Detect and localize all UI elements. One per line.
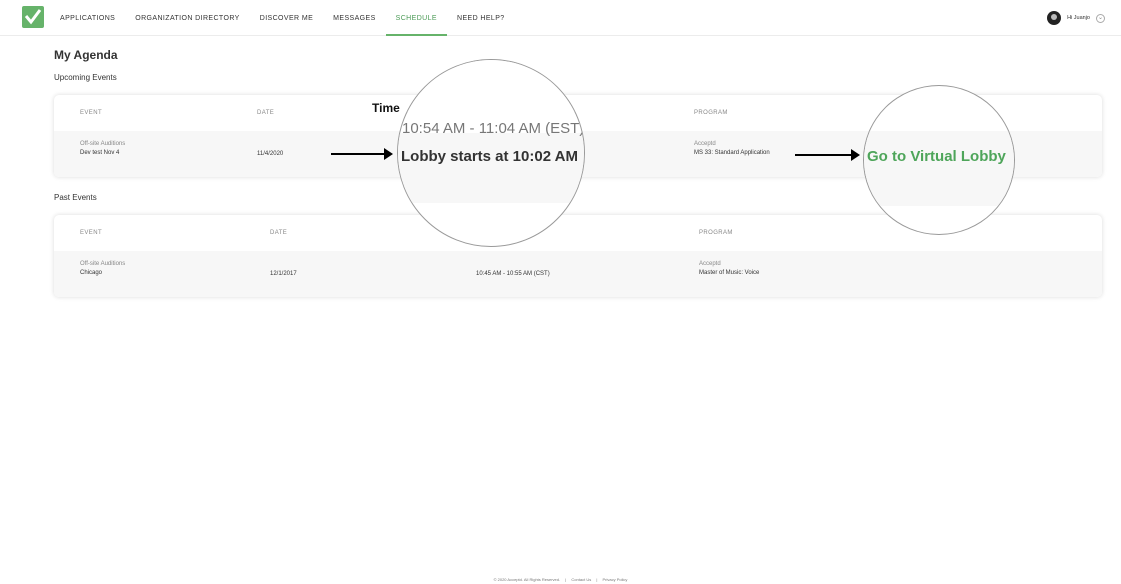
program-name: Master of Music: Voice — [699, 270, 760, 276]
event-cell: Off-site Auditions Chicago — [80, 261, 125, 276]
nav-applications[interactable]: APPLICATIONS — [50, 0, 125, 36]
event-name: Chicago — [80, 270, 103, 276]
event-date: 12/1/2017 — [270, 271, 297, 277]
event-name: Dev test Nov 4 — [80, 150, 120, 156]
top-nav-bar: APPLICATIONS ORGANIZATION DIRECTORY DISC… — [0, 0, 1121, 36]
magnified-event-time: 10:54 AM - 11:04 AM (EST) — [402, 120, 585, 137]
program-org: Acceptd — [694, 141, 716, 147]
magnifier-time: 10:54 AM - 11:04 AM (EST) Lobby starts a… — [397, 59, 585, 247]
footer-copyright: © 2020 Acceptd. All Rights Reserved. — [493, 577, 561, 582]
arrow-right-icon — [795, 149, 860, 161]
main-nav: APPLICATIONS ORGANIZATION DIRECTORY DISC… — [50, 0, 515, 36]
footer-separator: | — [565, 577, 567, 582]
nav-messages[interactable]: MESSAGES — [323, 0, 386, 36]
user-greeting: Hi Juanjo — [1067, 15, 1090, 21]
program-name: MS 33: Standard Application — [694, 150, 770, 156]
program-org: Acceptd — [699, 261, 721, 267]
upcoming-events-title: Upcoming Events — [54, 73, 117, 82]
event-time: 10:45 AM - 10:55 AM (CST) — [476, 271, 550, 277]
event-type: Off-site Auditions — [80, 261, 126, 267]
column-event: EVENT — [80, 110, 103, 116]
magnifier-lobby: Go to Virtual Lobby — [863, 85, 1015, 235]
column-program: PROGRAM — [694, 110, 728, 116]
table-row: Off-site Auditions Chicago 12/1/2017 10:… — [54, 251, 1102, 297]
past-events-title: Past Events — [54, 193, 97, 202]
chevron-down-icon[interactable]: ⌄ — [1096, 13, 1105, 23]
column-event: EVENT — [80, 230, 103, 236]
nav-need-help[interactable]: NEED HELP? — [447, 0, 515, 36]
event-type: Off-site Auditions — [80, 141, 126, 147]
column-date: DATE — [270, 230, 288, 236]
footer-separator: | — [596, 577, 598, 582]
footer: © 2020 Acceptd. All Rights Reserved. | C… — [0, 577, 1121, 582]
program-cell: Acceptd Master of Music: Voice — [699, 261, 759, 276]
go-to-virtual-lobby-link[interactable]: Go to Virtual Lobby — [867, 148, 1006, 165]
program-cell: Acceptd MS 33: Standard Application — [694, 141, 770, 156]
event-cell: Off-site Auditions Dev test Nov 4 — [80, 141, 125, 156]
event-date: 11/4/2020 — [257, 151, 284, 157]
nav-discover-me[interactable]: DISCOVER ME — [250, 0, 323, 36]
magnified-lobby-start: Lobby starts at 10:02 AM — [401, 148, 578, 165]
footer-contact-link[interactable]: Contact Us — [571, 577, 591, 582]
acceptd-logo-icon[interactable] — [22, 6, 44, 28]
footer-privacy-link[interactable]: Privacy Policy — [603, 577, 628, 582]
nav-organization-directory[interactable]: ORGANIZATION DIRECTORY — [125, 0, 249, 36]
column-program: PROGRAM — [699, 230, 733, 236]
column-date: DATE — [257, 110, 275, 116]
avatar[interactable] — [1047, 11, 1062, 25]
nav-schedule[interactable]: SCHEDULE — [385, 0, 448, 36]
user-menu[interactable]: Hi Juanjo ⌄ — [1047, 11, 1105, 25]
arrow-right-icon — [331, 148, 393, 160]
time-annotation-label: Time — [372, 101, 400, 115]
page-title: My Agenda — [54, 48, 118, 62]
